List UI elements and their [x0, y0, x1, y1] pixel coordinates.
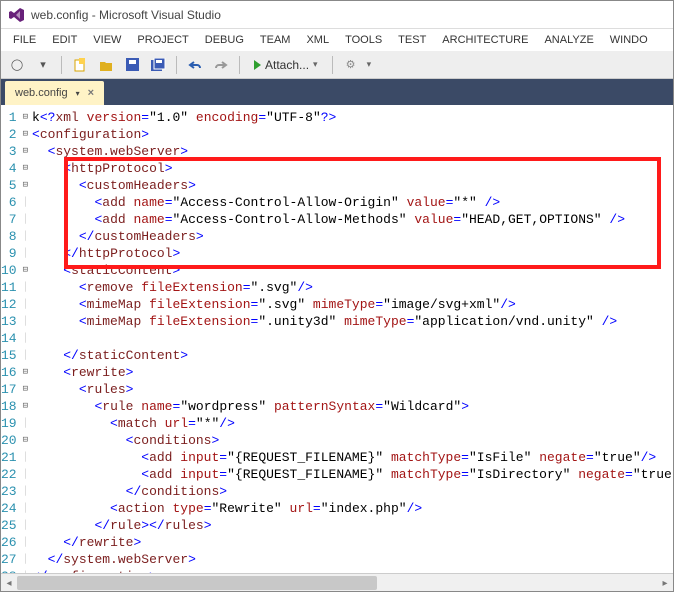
menu-windo[interactable]: WINDO: [602, 32, 656, 48]
vs-logo-icon: [9, 7, 25, 23]
titlebar: web.config - Microsoft Visual Studio: [1, 1, 673, 29]
horizontal-scrollbar[interactable]: ◂ ▸: [1, 573, 673, 591]
menu-project[interactable]: PROJECT: [129, 32, 196, 48]
code-editor[interactable]: 1234567891011121314151617181920212223242…: [1, 105, 673, 573]
nav-fwd-icon[interactable]: ▾: [33, 55, 53, 75]
nav-back-icon[interactable]: ◯: [7, 55, 27, 75]
separator: [239, 56, 240, 74]
undo-icon[interactable]: [185, 55, 205, 75]
redo-icon[interactable]: [211, 55, 231, 75]
tab-label: web.config: [15, 87, 68, 99]
separator: [61, 56, 62, 74]
separator: [332, 56, 333, 74]
line-number-gutter: 1234567891011121314151617181920212223242…: [1, 105, 23, 573]
save-icon[interactable]: [122, 55, 142, 75]
menu-analyze[interactable]: ANALYZE: [536, 32, 601, 48]
menu-test[interactable]: TEST: [390, 32, 434, 48]
dropdown-icon[interactable]: ▾: [313, 59, 318, 70]
code-text-area[interactable]: k<?xml version="1.0" encoding="UTF-8"?><…: [28, 105, 673, 573]
menu-tools[interactable]: TOOLS: [337, 32, 390, 48]
menu-file[interactable]: FILE: [5, 32, 44, 48]
menu-xml[interactable]: XML: [298, 32, 337, 48]
window-title: web.config - Microsoft Visual Studio: [31, 8, 221, 22]
menu-architecture[interactable]: ARCHITECTURE: [434, 32, 536, 48]
scroll-thumb[interactable]: [17, 576, 377, 590]
new-file-icon[interactable]: [70, 55, 90, 75]
menu-edit[interactable]: EDIT: [44, 32, 85, 48]
menu-debug[interactable]: DEBUG: [197, 32, 252, 48]
attach-button[interactable]: Attach... ▾: [248, 58, 324, 72]
close-icon[interactable]: ×: [88, 87, 94, 99]
scroll-left-icon[interactable]: ◂: [1, 574, 17, 592]
menu-team[interactable]: TEAM: [252, 32, 299, 48]
document-tabbar: web.config ▾ ×: [1, 79, 673, 105]
scroll-right-icon[interactable]: ▸: [657, 574, 673, 592]
tab-webconfig[interactable]: web.config ▾ ×: [5, 81, 104, 105]
play-icon: [254, 60, 261, 70]
toolbar: ◯ ▾ Attach... ▾ ⚙ ▾: [1, 51, 673, 79]
open-file-icon[interactable]: [96, 55, 116, 75]
separator: [176, 56, 177, 74]
menubar: FILEEDITVIEWPROJECTDEBUGTEAMXMLTOOLSTEST…: [1, 29, 673, 51]
tab-dropdown-icon[interactable]: ▾: [76, 89, 80, 98]
config-icon[interactable]: ⚙: [341, 55, 361, 75]
vs-window: web.config - Microsoft Visual Studio FIL…: [0, 0, 674, 592]
menu-view[interactable]: VIEW: [85, 32, 129, 48]
save-all-icon[interactable]: [148, 55, 168, 75]
attach-label: Attach...: [265, 58, 309, 72]
dropdown-icon[interactable]: ▾: [367, 59, 372, 70]
